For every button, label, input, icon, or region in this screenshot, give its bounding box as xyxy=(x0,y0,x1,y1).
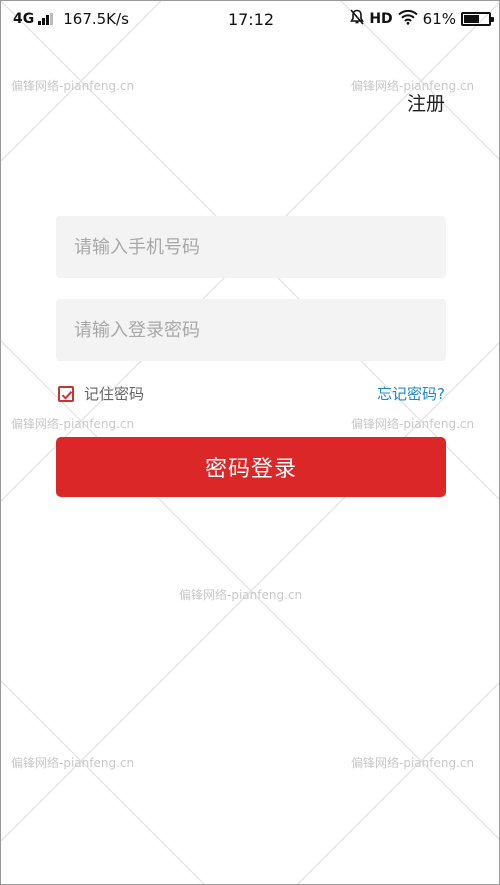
password-login-button[interactable]: 密码登录 xyxy=(56,437,446,497)
watermark-text: 偏锋网络-pianfeng.cn xyxy=(11,79,135,93)
watermark-text: 偏锋网络-pianfeng.cn xyxy=(11,756,135,770)
register-link[interactable]: 注册 xyxy=(407,89,445,116)
remember-password-toggle[interactable]: 记住密码 xyxy=(58,383,144,404)
phone-input[interactable] xyxy=(56,216,446,278)
forgot-password-link[interactable]: 忘记密码? xyxy=(377,383,445,404)
watermark-text: 偏锋网络-pianfeng.cn xyxy=(179,588,303,602)
wifi-icon xyxy=(397,9,418,29)
password-input[interactable] xyxy=(56,299,446,361)
hd-indicator: HD xyxy=(369,11,393,27)
battery-level xyxy=(464,15,479,23)
watermark-text: 偏锋网络-pianfeng.cn xyxy=(11,417,135,431)
status-right: HD 61% xyxy=(350,9,494,29)
remember-password-label: 记住密码 xyxy=(84,385,145,403)
battery-icon xyxy=(461,12,494,26)
mute-bell-icon xyxy=(350,9,365,29)
watermark-text: 偏锋网络-pianfeng.cn xyxy=(351,417,475,431)
remember-checkbox[interactable] xyxy=(58,385,74,402)
watermark-text: 偏锋网络-pianfeng.cn xyxy=(351,756,475,770)
battery-percent: 61% xyxy=(422,10,456,28)
checkmark-icon xyxy=(61,390,73,400)
login-screen: 偏锋网络-pianfeng.cn 偏锋网络-pianfeng.cn 偏锋网络-p… xyxy=(0,0,500,885)
status-bar: 4G 167.5K/s 17:12 HD 61% xyxy=(1,1,499,37)
